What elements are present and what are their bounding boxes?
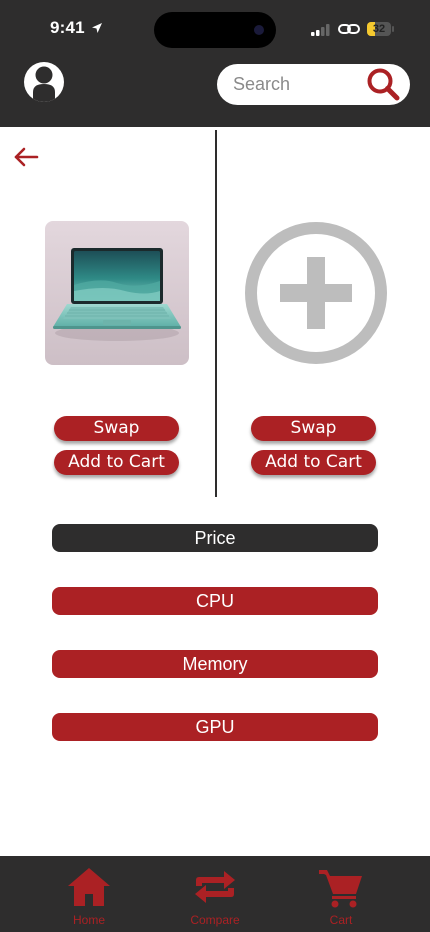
spec-gpu-button[interactable]: GPU (52, 713, 378, 741)
add-to-cart-button-left[interactable]: Add to Cart (54, 450, 179, 475)
nav-cart-label: Cart (329, 913, 353, 927)
add-to-cart-button-right[interactable]: Add to Cart (251, 450, 376, 475)
profile-avatar[interactable] (24, 62, 64, 102)
product-image-laptop[interactable] (45, 221, 189, 365)
cart-icon (319, 870, 362, 908)
spec-cpu-button[interactable]: CPU (52, 587, 378, 615)
battery-level: 32 (372, 23, 386, 35)
camera-dot (254, 25, 264, 35)
add-product-plus-icon[interactable] (244, 221, 388, 365)
compare-divider (215, 130, 217, 497)
spec-price-button[interactable]: Price (52, 524, 378, 552)
nav-cart[interactable]: Cart (296, 856, 386, 932)
status-time: 9:41 (50, 18, 85, 37)
spec-memory-button[interactable]: Memory (52, 650, 378, 678)
dynamic-island (154, 12, 276, 48)
personal-hotspot-icon (338, 24, 360, 34)
laptop-image (53, 248, 181, 341)
search-icon[interactable] (365, 67, 401, 101)
user-icon (33, 66, 55, 102)
compare-icon (195, 871, 235, 903)
nav-compare-label: Compare (190, 913, 240, 927)
nav-home[interactable]: Home (44, 856, 134, 932)
battery-icon: 32 (367, 22, 394, 36)
nav-compare[interactable]: Compare (170, 856, 260, 932)
app-header: 9:41 32 (0, 0, 430, 127)
swap-button-right[interactable]: Swap (251, 416, 376, 441)
back-arrow-icon[interactable] (13, 146, 39, 168)
location-arrow-icon (92, 23, 102, 33)
bottom-nav: Home Compare Cart (0, 856, 430, 932)
search-input[interactable] (233, 64, 363, 105)
home-icon (68, 868, 110, 906)
swap-button-left[interactable]: Swap (54, 416, 179, 441)
nav-home-label: Home (72, 913, 105, 927)
cellular-signal-icon (311, 24, 330, 36)
status-bar: 9:41 32 (0, 0, 430, 56)
